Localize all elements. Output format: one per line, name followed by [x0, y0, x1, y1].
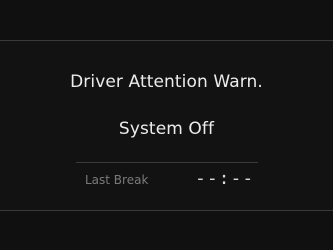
bottom-bar — [0, 211, 333, 250]
system-status: System Off — [118, 119, 215, 139]
last-break-value: --:-- — [195, 168, 255, 189]
top-bar — [0, 0, 333, 40]
warning-title: Driver Attention Warn. — [70, 72, 263, 92]
message-panel: Driver Attention Warn. System Off Last B… — [0, 41, 333, 210]
section-divider — [76, 162, 258, 163]
last-break-label: Last Break — [85, 173, 149, 187]
cluster-display: Driver Attention Warn. System Off Last B… — [0, 0, 333, 250]
